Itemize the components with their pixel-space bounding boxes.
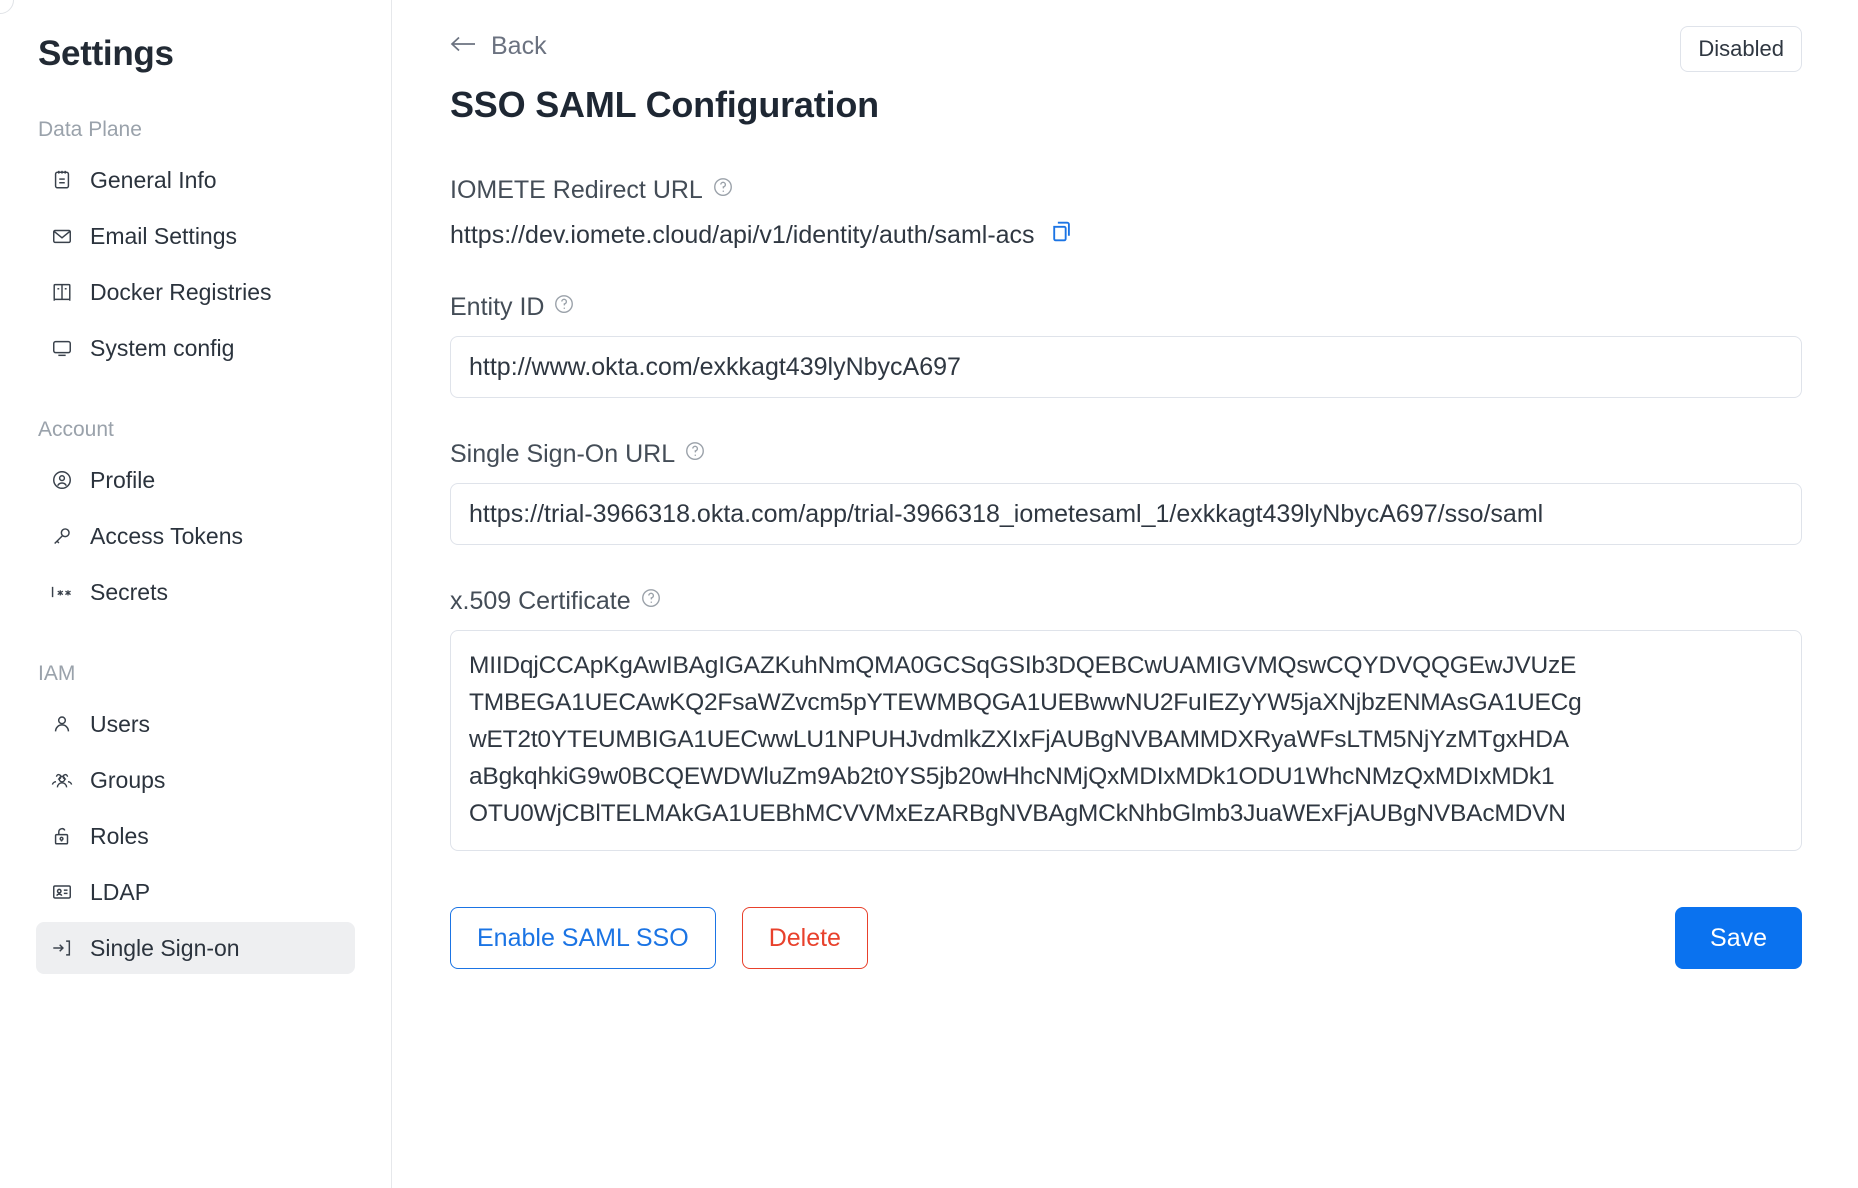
back-label: Back [491,32,547,60]
user-circle-icon [50,468,74,492]
sidebar-item-single-sign-on[interactable]: Single Sign-on [36,922,355,974]
entity-id-section: Entity ID http://www.okta.com/exkkagt439… [450,293,1802,398]
entity-id-label: Entity ID [450,293,545,321]
sidebar-item-label: Docker Registries [90,278,272,305]
redirect-url-value: https://dev.iomete.cloud/api/v1/identity… [450,220,1035,249]
sidebar-item-label: Profile [90,466,156,493]
sidebar-item-label: Email Settings [90,222,238,249]
users-group-icon [50,768,74,792]
sso-url-label-row: Single Sign-On URL [450,440,1802,469]
sidebar-item-label: LDAP [90,878,151,905]
certificate-line: OTU0WjCBlTELMAkGA1UEBhMCVVMxEzARBgNVBAgM… [469,800,1566,827]
sidebar-item-users[interactable]: Users [36,698,355,750]
key-icon [50,524,74,548]
sidebar-item-general-info[interactable]: General Info [36,154,355,206]
redirect-url-value-row: https://dev.iomete.cloud/api/v1/identity… [450,219,1802,251]
help-circle-icon[interactable] [553,293,575,322]
delete-button[interactable]: Delete [741,907,868,969]
action-buttons-row: Enable SAML SSO Delete Save [450,907,1802,969]
certificate-label: x.509 Certificate [450,587,631,615]
sso-url-label: Single Sign-On URL [450,440,676,468]
sidebar-item-secrets[interactable]: Secrets [36,566,355,618]
sidebar-item-profile[interactable]: Profile [36,454,355,506]
enable-saml-sso-button[interactable]: Enable SAML SSO [450,907,716,969]
sidebar-item-access-tokens[interactable]: Access Tokens [36,510,355,562]
envelope-icon [50,224,74,248]
arrow-left-icon [450,34,478,59]
sidebar-item-label: System config [90,334,235,361]
certificate-label-row: x.509 Certificate [450,587,1802,616]
back-button[interactable]: Back [450,32,547,61]
sidebar: Settings Data Plane General Info Email S… [0,0,392,1188]
sidebar-group-label-account: Account [38,418,114,441]
sidebar-title: Settings [38,34,174,73]
status-badge: Disabled [1680,26,1802,72]
sidebar-group-label-iam: IAM [38,662,76,685]
redirect-url-section: IOMETE Redirect URL https://dev.iomete.c… [450,176,1802,251]
corner-decoration [0,0,14,14]
sidebar-item-system-config[interactable]: System config [36,322,355,374]
page-title: SSO SAML Configuration [450,84,879,125]
certificate-line: TMBEGA1UECAwKQ2FsaWZvcm5pYTEWMBQGA1UEBww… [469,689,1582,716]
sidebar-group-label-data-plane: Data Plane [38,118,142,141]
sso-url-input[interactable]: https://trial-3966318.okta.com/app/trial… [450,483,1802,545]
id-card-icon [50,880,74,904]
login-arrow-icon [50,936,74,960]
entity-id-input[interactable]: http://www.okta.com/exkkagt439lyNbycA697 [450,336,1802,398]
help-circle-icon[interactable] [640,587,662,616]
certificate-line: wET2t0YTEUMBIGA1UECwwLU1NPUHJvdmlkZXIxFj… [469,726,1569,753]
settings-page: Settings Data Plane General Info Email S… [0,0,1858,1188]
sidebar-item-email-settings[interactable]: Email Settings [36,210,355,262]
help-circle-icon[interactable] [712,176,734,205]
sidebar-item-label: Users [90,710,151,737]
copy-icon[interactable] [1049,219,1074,251]
main-content: Back Disabled SSO SAML Configuration IOM… [392,0,1858,1188]
sidebar-item-label: General Info [90,166,217,193]
certificate-line: MIIDqjCCApKgAwIBAgIGAZKuhNmQMA0GCSqGSIb3… [469,652,1577,679]
sidebar-item-groups[interactable]: Groups [36,754,355,806]
sidebar-item-label: Single Sign-on [90,934,240,961]
certificate-textarea[interactable]: MIIDqjCCApKgAwIBAgIGAZKuhNmQMA0GCSqGSIb3… [450,630,1802,851]
entity-id-label-row: Entity ID [450,293,1802,322]
header-row: Back Disabled [450,26,1802,72]
sidebar-item-label: Groups [90,766,166,793]
notepad-icon [50,168,74,192]
sidebar-item-label: Secrets [90,578,168,605]
sso-url-section: Single Sign-On URL https://trial-3966318… [450,440,1802,545]
sidebar-item-ldap[interactable]: LDAP [36,866,355,918]
sidebar-item-label: Access Tokens [90,522,243,549]
sidebar-item-roles[interactable]: Roles [36,810,355,862]
sidebar-item-label: Roles [90,822,149,849]
registry-icon [50,280,74,304]
sidebar-item-docker-registries[interactable]: Docker Registries [36,266,355,318]
monitor-icon [50,336,74,360]
user-icon [50,712,74,736]
certificate-section: x.509 Certificate MIIDqjCCApKgAwIBAgIGAZ… [450,587,1802,851]
save-button[interactable]: Save [1675,907,1802,969]
help-circle-icon[interactable] [684,440,706,469]
redirect-url-label-row: IOMETE Redirect URL [450,176,1802,205]
asterisk-icon [50,580,74,604]
certificate-line: aBgkqhkiG9w0BCQEWDWluZm9Ab2t0YS5jb20wHhc… [469,763,1555,790]
unlocked-padlock-icon [50,824,74,848]
redirect-url-label: IOMETE Redirect URL [450,176,703,204]
